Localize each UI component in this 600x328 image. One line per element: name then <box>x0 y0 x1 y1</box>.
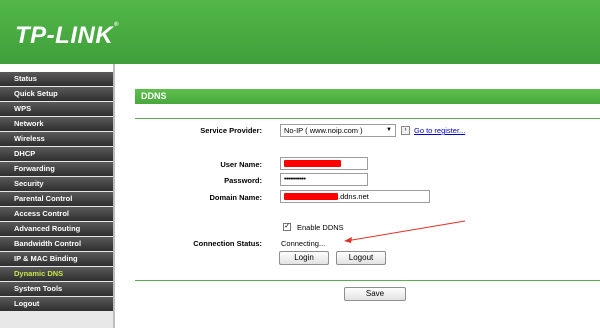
annotation-arrow-icon <box>344 220 466 243</box>
